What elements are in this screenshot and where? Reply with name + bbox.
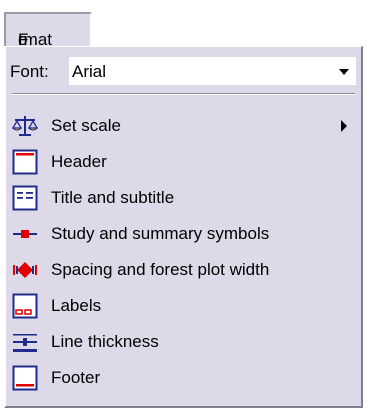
header-icon xyxy=(12,149,38,175)
font-label: Font: xyxy=(10,62,49,81)
menu-separator xyxy=(12,93,355,95)
menu-bar: Fo rmat xyxy=(0,0,380,50)
menu-item-label: Labels xyxy=(51,296,102,315)
menu-item-set-scale[interactable]: Set scale xyxy=(10,109,355,143)
menu-item-label: Header xyxy=(51,152,107,171)
spacing-width-icon xyxy=(13,262,37,278)
font-row: Font: Arial xyxy=(8,57,358,87)
line-thickness-icon xyxy=(13,334,37,352)
menu-item-labels[interactable]: Labels xyxy=(10,289,355,323)
menu-item-study-symbols[interactable]: Study and summary symbols xyxy=(10,217,355,251)
study-symbols-icon xyxy=(13,230,37,238)
menu-item-spacing-width[interactable]: Spacing and forest plot width xyxy=(10,253,355,287)
format-dropdown: Font: Arial Set scale Header Title and s… xyxy=(4,46,363,408)
title-subtitle-icon xyxy=(12,185,38,211)
submenu-arrow-icon xyxy=(341,120,347,132)
menu-item-title-subtitle[interactable]: Title and subtitle xyxy=(10,181,355,215)
chevron-down-icon[interactable] xyxy=(339,69,349,75)
menu-item-label: Spacing and forest plot width xyxy=(51,260,270,279)
format-menu[interactable]: Fo rmat xyxy=(4,12,92,49)
menu-item-line-thickness[interactable]: Line thickness xyxy=(10,325,355,359)
balance-scale-icon xyxy=(12,116,38,136)
menu-item-label: Set scale xyxy=(51,116,121,135)
menu-item-label: Line thickness xyxy=(51,332,159,351)
menu-item-footer[interactable]: Footer xyxy=(10,361,355,395)
footer-icon xyxy=(12,365,38,391)
font-select-value: Arial xyxy=(72,62,107,81)
menu-item-label: Footer xyxy=(51,368,101,387)
menu-item-label: Title and subtitle xyxy=(51,188,175,207)
font-select[interactable]: Arial xyxy=(69,57,356,85)
labels-icon xyxy=(12,293,38,319)
menu-item-header[interactable]: Header xyxy=(10,145,355,179)
menu-item-label: Study and summary symbols xyxy=(51,224,270,243)
